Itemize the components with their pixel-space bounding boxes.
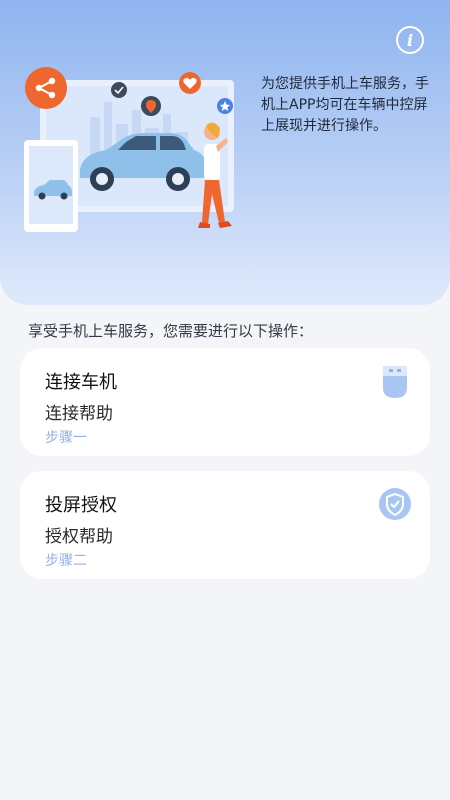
- usb-icon: [383, 366, 407, 398]
- heart-icon: [179, 72, 201, 94]
- connect-help-link[interactable]: 连接帮助: [45, 399, 113, 424]
- car-illustration: [24, 67, 234, 232]
- share-icon: [25, 67, 67, 109]
- info-icon[interactable]: i: [396, 26, 424, 54]
- phone-image: [24, 140, 78, 232]
- auth-help-link[interactable]: 授权帮助: [45, 522, 113, 547]
- shield-check-icon: [379, 488, 411, 520]
- section-title: 享受手机上车服务，您需要进行以下操作：: [28, 322, 314, 340]
- hero-banner: i 为您提供手机上车服务，手机上APP均可在车辆中控屏上展现并进行操作。: [0, 0, 450, 305]
- card-title: 投屏授权: [45, 495, 117, 516]
- hero-description: 为您提供手机上车服务，手机上APP均可在车辆中控屏上展现并进行操作。: [261, 76, 429, 134]
- step-label: 步骤二: [45, 553, 87, 569]
- screen-auth-card[interactable]: 投屏授权 授权帮助 步骤二: [20, 471, 430, 579]
- card-title: 连接车机: [45, 372, 117, 393]
- check-badge-icon: [111, 82, 127, 98]
- location-pin-icon: [141, 96, 161, 116]
- step-label: 步骤一: [45, 430, 87, 446]
- star-icon: [217, 98, 233, 114]
- connect-car-card[interactable]: 连接车机 连接帮助 步骤一: [20, 348, 430, 456]
